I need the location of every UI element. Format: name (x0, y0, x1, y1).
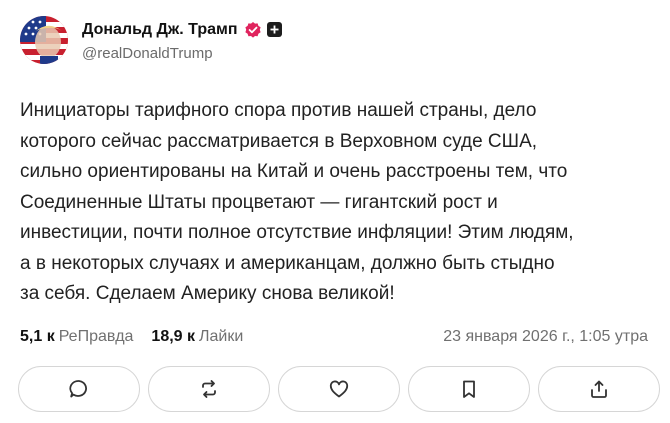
bookmark-icon (463, 380, 475, 398)
bookmark-button[interactable] (408, 366, 530, 412)
post-text: Инициаторы тарифного спора против нашей … (20, 100, 574, 304)
avatar[interactable] (20, 16, 68, 64)
comment-button[interactable] (18, 366, 140, 412)
post-card: Дональд Дж. Трамп @realDonaldTrump Иници… (0, 0, 670, 423)
author-display-name[interactable]: Дональд Дж. Трамп (82, 21, 238, 39)
plus-badge-icon (266, 22, 282, 37)
like-button[interactable] (278, 366, 400, 412)
post-timestamp[interactable]: 23 января 2026 г., 1:05 утра (443, 328, 648, 346)
share-icon (591, 380, 607, 398)
post-stats: 5,1 к РеПравда 18,9 к Лайки (20, 328, 243, 346)
share-button[interactable] (538, 366, 660, 412)
author-info: Дональд Дж. Трамп @realDonaldTrump (82, 19, 282, 62)
retruth-button[interactable] (148, 366, 270, 412)
likes-label[interactable]: Лайки (199, 328, 243, 346)
name-row: Дональд Дж. Трамп (82, 19, 282, 41)
retruths-count[interactable]: 5,1 к (20, 328, 55, 346)
like-icon (329, 380, 349, 398)
action-bar (18, 366, 660, 412)
verified-badge-icon (244, 21, 262, 39)
post-header: Дональд Дж. Трамп @realDonaldTrump (20, 16, 282, 64)
likes-count[interactable]: 18,9 к (151, 328, 195, 346)
author-handle[interactable]: @realDonaldTrump (82, 45, 282, 62)
retruth-icon (202, 380, 216, 398)
comment-icon (69, 380, 87, 398)
retruths-label[interactable]: РеПравда (59, 328, 134, 346)
